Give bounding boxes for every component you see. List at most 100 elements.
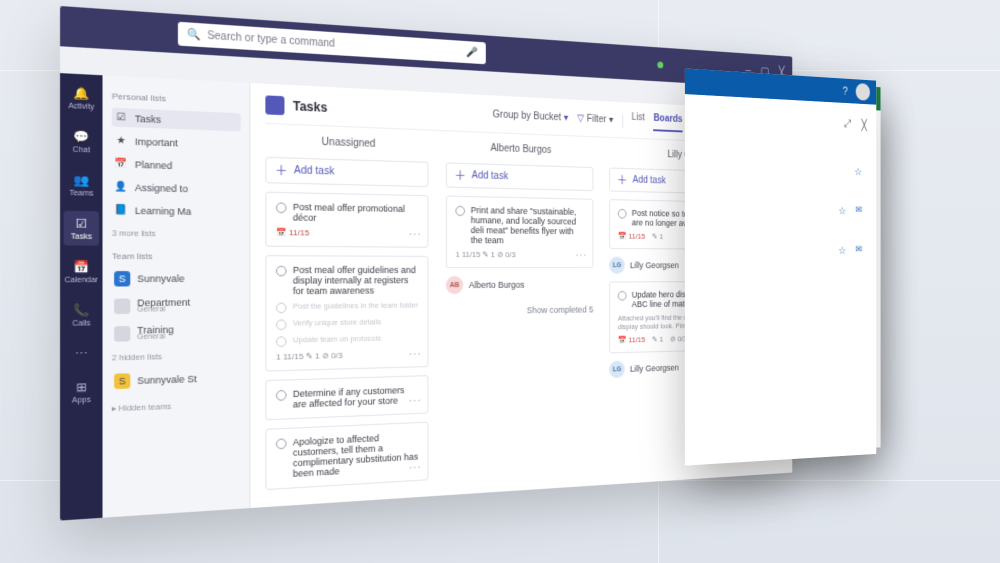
rail-item-calls[interactable]: 📞Calls: [72, 297, 90, 332]
help-icon[interactable]: ?: [844, 102, 849, 114]
complete-circle-icon[interactable]: [276, 202, 287, 213]
content-placeholder: [816, 188, 862, 195]
complete-circle-icon[interactable]: [455, 205, 465, 215]
task-title: Apologize to affected customers, tell th…: [293, 431, 419, 479]
tasks-app-icon: [265, 94, 284, 114]
sidebar-item-learning ma[interactable]: 📘Learning Ma: [112, 200, 241, 221]
close-icon[interactable]: ╳: [862, 119, 867, 131]
page-title: Tasks: [293, 98, 327, 114]
rail-item-activity[interactable]: 🔔Activity: [68, 80, 94, 116]
mail-icon[interactable]: ✉: [855, 244, 862, 254]
content-placeholder: [796, 212, 861, 218]
star-outline-icon[interactable]: ☆: [854, 165, 862, 177]
sidebar-team-training[interactable]: TrainingGeneral: [112, 320, 241, 345]
mail-icon[interactable]: ✉: [855, 205, 862, 215]
calendar-icon: 📅: [73, 258, 90, 274]
task-title: Post meal offer guidelines and display i…: [293, 264, 419, 296]
hidden-teams[interactable]: ▸ Hidden teams: [112, 398, 241, 412]
list-icon: 👤: [114, 180, 128, 192]
task-meta: 1 11/15 ✎ 1 ⊘ 0/3: [455, 249, 515, 258]
team-icon: [114, 325, 130, 341]
filter-dropdown[interactable]: ▽ Filter ▾: [577, 113, 613, 125]
sidebar-item-planned[interactable]: 📅Planned: [112, 154, 241, 176]
card-more-icon[interactable]: ···: [409, 462, 422, 474]
complete-circle-icon[interactable]: [276, 265, 287, 276]
team-icon: [114, 297, 130, 313]
task-card[interactable]: Print and share "sustainable, humane, an…: [446, 195, 594, 268]
list-icon: 📘: [114, 203, 128, 215]
attachment-count: ✎ 1: [652, 232, 663, 241]
complete-circle-icon[interactable]: [618, 290, 627, 300]
resize-icon[interactable]: ⤢: [844, 118, 851, 131]
card-more-icon[interactable]: ···: [409, 348, 422, 359]
task-card[interactable]: Post meal offer guidelines and display i…: [265, 255, 428, 371]
due-date: 📅 11/15: [618, 231, 645, 240]
complete-circle-icon[interactable]: [618, 208, 627, 218]
task-card[interactable]: Apologize to affected customers, tell th…: [265, 421, 428, 490]
board-column: Alberto Burgos ＋Add task Print and share …: [446, 141, 594, 479]
hidden-lists[interactable]: 2 hidden lists: [112, 349, 241, 362]
chat-icon: 💬: [73, 128, 90, 144]
sidebar-item-tasks[interactable]: ☑Tasks: [112, 107, 241, 131]
teams-icon: 👥: [73, 171, 90, 187]
sidebar: Personal lists ☑Tasks ★Important 📅Planne…: [103, 75, 251, 517]
column-header: Alberto Burgos: [446, 141, 594, 157]
add-task-button[interactable]: ＋Add task: [446, 162, 594, 191]
show-completed-link[interactable]: Show completed 5: [446, 304, 594, 316]
sidebar-item-assigned to[interactable]: 👤Assigned to: [112, 177, 241, 198]
task-title: Determine if any customers are affected …: [293, 384, 419, 409]
task-title: Print and share "sustainable, humane, an…: [471, 205, 585, 246]
view-tab-boards[interactable]: Boards: [653, 113, 682, 132]
list-icon: ★: [114, 134, 128, 147]
more-icon: ⋯: [73, 345, 90, 361]
help-icon[interactable]: ?: [848, 90, 853, 103]
search-icon: 🔍: [187, 28, 201, 41]
team-icon: S: [114, 373, 130, 389]
activity-icon: 🔔: [73, 84, 90, 100]
star-icon[interactable]: ★: [852, 269, 860, 281]
avatar: AB: [446, 276, 463, 294]
rail-item-chat[interactable]: 💬Chat: [73, 123, 90, 158]
task-meta: 1 11/15 ✎ 1 ⊘ 0/3: [276, 350, 343, 361]
app-rail: 🔔Activity 💬Chat 👥Teams ☑Tasks 📅Calendar 📞Call…: [60, 73, 102, 520]
mic-icon[interactable]: 🎤: [466, 46, 478, 58]
zoom-level[interactable]: 100%: [846, 419, 862, 428]
card-more-icon[interactable]: ···: [576, 250, 588, 261]
card-more-icon[interactable]: ···: [409, 395, 422, 407]
rail-item-teams[interactable]: 👥Teams: [69, 167, 93, 202]
due-date: 📅 11/15: [276, 227, 309, 237]
sidebar-item-important[interactable]: ★Important: [112, 130, 241, 153]
list-icon: 📅: [114, 157, 128, 170]
rail-item-more[interactable]: ⋯: [73, 340, 90, 365]
more-lists-link[interactable]: 3 more lists: [112, 227, 241, 238]
tasks-icon: ☑: [73, 215, 90, 231]
group-by-dropdown[interactable]: Group by Bucket ▾: [493, 109, 569, 123]
task-card[interactable]: Determine if any customers are affected …: [265, 375, 428, 420]
attachment-count: ✎ 1: [652, 335, 663, 344]
apps-icon: ⊞: [73, 378, 90, 394]
sidebar-team-sunnyvale st[interactable]: S Sunnyvale St: [112, 366, 241, 391]
avatar[interactable]: [856, 83, 870, 101]
task-card[interactable]: Post meal offer promotional décor📅 11/15…: [265, 191, 428, 247]
card-more-icon[interactable]: ···: [409, 229, 422, 240]
sidebar-team-sunnyvale[interactable]: S Sunnyvale: [112, 267, 241, 289]
star-outline-icon[interactable]: ☆: [838, 244, 846, 256]
board-column: Unassigned ＋Add taskPost meal offer prom…: [265, 134, 428, 490]
help-icon[interactable]: ?: [842, 84, 847, 98]
complete-circle-icon[interactable]: [276, 438, 287, 449]
avatar: LG: [609, 360, 625, 378]
list-icon: ☑: [114, 111, 128, 124]
star-outline-icon[interactable]: ☆: [838, 204, 846, 216]
rail-item-tasks[interactable]: ☑Tasks: [64, 210, 99, 245]
complete-circle-icon[interactable]: [276, 389, 287, 400]
team-icon: S: [114, 271, 130, 286]
rail-item-apps[interactable]: ⊞Apps: [72, 374, 91, 409]
sidebar-team-department[interactable]: DepartmentGeneral: [112, 293, 241, 317]
view-tab-list[interactable]: List: [632, 112, 645, 131]
add-task-button[interactable]: ＋Add task: [265, 156, 428, 186]
assignee-chip[interactable]: ABAlberto Burgos: [446, 275, 594, 293]
rail-item-calendar[interactable]: 📅Calendar: [65, 254, 99, 289]
calls-icon: 📞: [73, 302, 90, 318]
panel-fragment: [786, 372, 866, 409]
close-icon[interactable]: ╳: [860, 149, 865, 160]
